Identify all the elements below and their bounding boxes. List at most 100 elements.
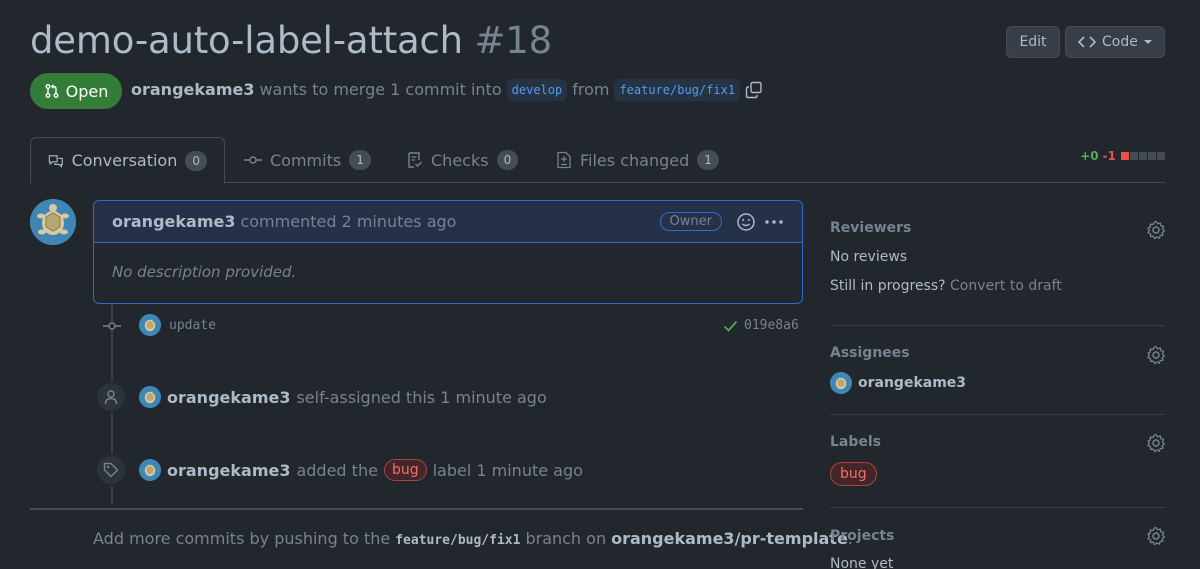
progress-text: Still in progress?	[830, 278, 946, 294]
label-item: orangekame3 added the bug label 1 minute…	[139, 459, 583, 481]
label-suffix: label 1 minute ago	[432, 460, 583, 480]
assign-text: self-assigned this 1 minute ago	[296, 387, 547, 407]
labels-heading[interactable]: Labels	[830, 434, 881, 450]
turtle-avatar-icon	[30, 199, 76, 245]
footer-middle: branch on	[525, 529, 607, 548]
tab-checks-count: 0	[496, 150, 519, 170]
smiley-icon[interactable]	[736, 212, 756, 232]
commit-sha[interactable]: 019e8a6	[744, 318, 799, 333]
tab-files-changed-label: Files changed	[580, 150, 690, 170]
pr-title: demo-auto-label-attach #18	[30, 18, 552, 64]
turtle-avatar-icon	[139, 386, 161, 408]
diffstat-deletions: -1	[1102, 149, 1116, 163]
avatar[interactable]	[30, 199, 76, 245]
tab-files-changed-count: 1	[697, 150, 719, 170]
code-button-label: Code	[1102, 34, 1138, 50]
chevron-down-icon	[1143, 40, 1152, 44]
kebab-menu-icon[interactable]	[764, 219, 784, 225]
code-button[interactable]: Code	[1065, 26, 1165, 58]
footer-hint: Add more commits by pushing to the featu…	[93, 529, 853, 548]
sidebar-divider	[830, 507, 1165, 508]
comment-author[interactable]: orangekame3	[112, 212, 235, 231]
file-diff-icon	[557, 151, 571, 169]
label-prefix: added the	[296, 460, 378, 480]
turtle-avatar-icon	[830, 372, 852, 394]
convert-to-draft-link[interactable]: Convert to draft	[950, 278, 1062, 294]
merge-description: orangekame3 wants to merge 1 commit into…	[131, 78, 763, 102]
tab-conversation-label: Conversation	[71, 151, 178, 170]
pr-number: #18	[474, 19, 552, 62]
tag-badge	[95, 454, 127, 486]
comment-timestamp[interactable]: commented 2 minutes ago	[240, 212, 456, 231]
turtle-avatar-icon	[139, 314, 161, 336]
status-label: Open	[65, 81, 109, 101]
commit-status: 019e8a6	[723, 318, 799, 333]
commit-node-icon	[103, 322, 121, 330]
sidebar-divider	[830, 414, 1165, 415]
bug-label[interactable]: bug	[830, 462, 877, 486]
sidebar-divider	[830, 325, 1165, 326]
head-branch[interactable]: feature/bug/fix1	[614, 79, 741, 101]
checks-icon	[408, 152, 422, 168]
tab-commits-count: 1	[349, 150, 371, 170]
assign-author[interactable]: orangekame3	[167, 388, 290, 407]
author-link[interactable]: orangekame3	[131, 78, 254, 102]
tab-commits[interactable]: Commits 1	[227, 137, 388, 183]
comment-body: No description provided.	[112, 263, 297, 281]
tab-files-changed[interactable]: Files changed 1	[539, 137, 736, 183]
tab-conversation[interactable]: Conversation 0	[30, 137, 225, 184]
gear-icon[interactable]	[1146, 433, 1166, 453]
tab-commits-label: Commits	[270, 150, 342, 170]
tab-checks-label: Checks	[431, 150, 489, 170]
draft-prompt: Still in progress? Convert to draft	[830, 278, 1062, 294]
pull-request-icon	[45, 84, 59, 98]
person-badge	[95, 381, 127, 413]
tab-conversation-count: 0	[185, 150, 207, 171]
base-branch[interactable]: develop	[506, 79, 568, 101]
bug-label[interactable]: bug	[383, 459, 427, 481]
commit-icon	[244, 156, 262, 164]
owner-badge: Owner	[659, 212, 722, 231]
assigned-item: orangekame3 self-assigned this 1 minute …	[139, 386, 547, 408]
edit-button-label: Edit	[1019, 34, 1047, 50]
assignees-heading[interactable]: Assignees	[830, 345, 910, 361]
footer-branch: feature/bug/fix1	[395, 533, 521, 548]
gear-icon[interactable]	[1146, 220, 1166, 240]
person-icon	[104, 390, 118, 405]
code-icon	[1078, 36, 1096, 48]
check-icon[interactable]	[723, 320, 738, 332]
diffstat[interactable]: +0 -1	[1080, 149, 1165, 163]
comment-box: orangekame3 commented 2 minutes ago Owne…	[93, 200, 803, 304]
diffstat-additions: +0	[1080, 149, 1099, 163]
tab-checks[interactable]: Checks 0	[390, 137, 535, 183]
commit-message[interactable]: update	[169, 318, 216, 333]
timeline-end-divider	[30, 508, 803, 510]
avatar[interactable]	[139, 386, 161, 408]
gear-icon[interactable]	[1146, 526, 1166, 546]
copy-icon[interactable]	[745, 81, 763, 99]
assignee-item[interactable]: orangekame3	[830, 372, 966, 394]
assignee-name: orangekame3	[858, 375, 967, 391]
pr-title-text: demo-auto-label-attach	[30, 19, 463, 62]
avatar[interactable]	[139, 459, 161, 481]
from-text: from	[572, 80, 610, 99]
projects-heading[interactable]: Projects	[830, 528, 894, 544]
footer-prefix: Add more commits by pushing to the	[93, 529, 391, 548]
label-author[interactable]: orangekame3	[167, 461, 290, 480]
avatar	[830, 372, 852, 394]
reviewers-value: No reviews	[830, 249, 908, 265]
edit-button[interactable]: Edit	[1006, 26, 1060, 58]
turtle-avatar-icon	[139, 459, 161, 481]
tab-bar: Conversation 0 Commits 1 Checks 0 Files …	[30, 137, 1165, 184]
status-badge: Open	[30, 73, 122, 109]
tag-icon	[103, 462, 119, 478]
avatar[interactable]	[139, 314, 161, 336]
reviewers-heading[interactable]: Reviewers	[830, 220, 911, 236]
conversation-icon	[48, 154, 63, 168]
commit-item: update	[139, 314, 216, 336]
diffstat-bar	[1120, 152, 1165, 160]
footer-repo[interactable]: orangekame3/pr-template	[611, 529, 848, 548]
sidebar-label: bug	[830, 462, 877, 486]
gear-icon[interactable]	[1146, 345, 1166, 365]
projects-value: None yet	[830, 556, 894, 569]
